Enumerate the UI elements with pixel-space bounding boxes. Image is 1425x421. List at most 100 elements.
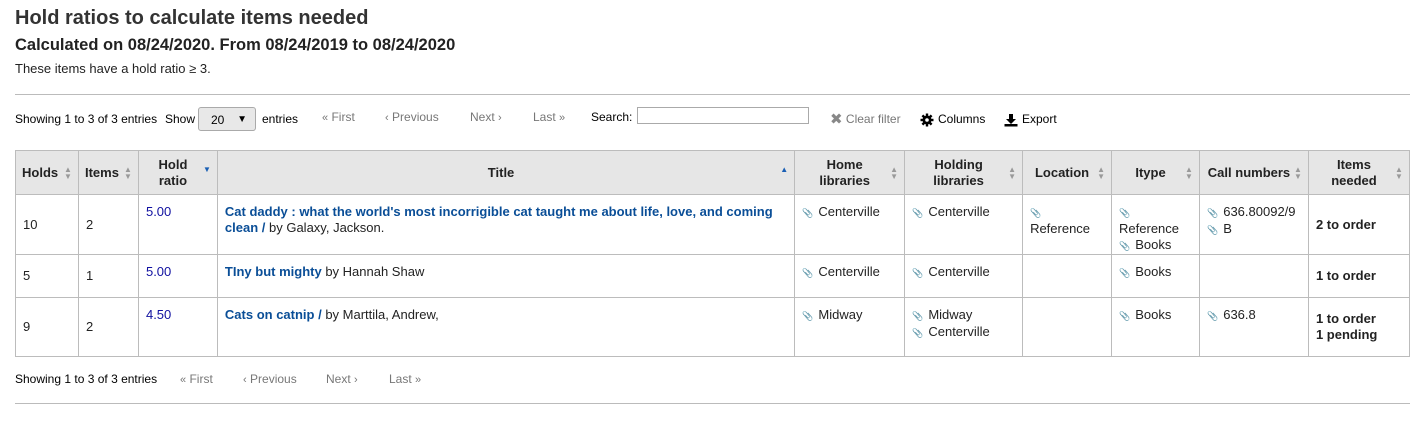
author-text: by Galaxy, Jackson. xyxy=(265,220,385,235)
column-header-home-libraries[interactable]: Home libraries ▲ ▼ xyxy=(794,150,906,195)
export-button[interactable]: Export xyxy=(1004,104,1057,134)
column-header-hold-ratio[interactable]: Hold ratio ▲▼ xyxy=(137,150,218,195)
hold-ratio-cell: 5.00 xyxy=(137,194,218,255)
table-row: 10 2 5.00 Cat daddy : what the world's most… xyxy=(15,194,1411,255)
list-item: 📎Reference xyxy=(1119,208,1180,236)
table-row: 9 2 4.50 Cats on catnip / by Marttila, Andr… xyxy=(15,297,1411,357)
list-item: 📎 Centerville xyxy=(802,264,880,279)
list-item: 📎Reference xyxy=(1030,208,1091,236)
columns-button[interactable]: Columns xyxy=(920,104,985,134)
divider-top xyxy=(15,94,1410,95)
page-title: Hold ratios to calculate items needed xyxy=(15,7,369,29)
list-item: 📎 636.8 xyxy=(1207,307,1256,322)
paperclip-icon: 📎 xyxy=(912,328,924,338)
call-numbers-cell: 📎 636.8 xyxy=(1199,297,1309,357)
search-label: Search: xyxy=(591,110,633,124)
home-libraries-cell: 📎 Centerville xyxy=(794,194,906,255)
entries-label: entries xyxy=(262,112,299,126)
paperclip-icon: 📎 xyxy=(802,268,814,278)
close-icon: ✖ xyxy=(830,110,843,128)
gear-icon xyxy=(920,113,934,127)
holding-libraries-cell: 📎 Midway 📎 Centerville xyxy=(904,297,1024,357)
holding-libraries-cell: 📎 Centerville xyxy=(904,254,1024,298)
location-cell: 📎Reference xyxy=(1022,194,1113,255)
column-header-call-numbers[interactable]: Call numbers ▲ ▼ xyxy=(1199,150,1309,195)
column-header-location[interactable]: Location ▲ ▼ xyxy=(1022,150,1113,195)
column-header-items[interactable]: Items ▲ ▼ xyxy=(77,150,139,195)
paperclip-icon: 📎 xyxy=(1119,241,1131,251)
items-cell: 1 xyxy=(77,254,139,298)
previous-page-button[interactable]: ‹ Previous xyxy=(385,102,439,133)
home-libraries-cell: 📎 Midway xyxy=(794,297,906,357)
search-input[interactable] xyxy=(637,107,809,124)
sort-icon: ▲ ▼ xyxy=(1008,164,1017,181)
divider-bottom xyxy=(15,403,1410,404)
chevron-right-icon: › xyxy=(498,112,502,124)
title-link[interactable]: Cats on catnip / xyxy=(225,307,322,322)
next-page-button-footer[interactable]: Next › xyxy=(326,368,358,391)
itype-cell: 📎 Books xyxy=(1111,297,1200,357)
sort-icon: ▲ ▼ xyxy=(890,164,899,181)
location-cell xyxy=(1022,297,1113,357)
double-chevron-right-icon: » xyxy=(415,374,422,386)
author-text: by Marttila, Andrew, xyxy=(321,307,439,322)
list-item: 📎 Midway xyxy=(912,307,973,322)
hold-ratio-link[interactable]: 4.50 xyxy=(146,307,171,322)
title-link[interactable]: TIny but mighty xyxy=(225,264,322,279)
title-cell: Cat daddy : what the world's most incorr… xyxy=(216,194,796,255)
title-cell: Cats on catnip / by Marttila, Andrew, xyxy=(216,297,796,357)
column-header-title[interactable]: Title ▲▼ xyxy=(216,150,796,195)
column-header-itype[interactable]: Itype ▲ ▼ xyxy=(1111,150,1200,195)
paperclip-icon: 📎 xyxy=(912,208,924,218)
hold-ratio-link[interactable]: 5.00 xyxy=(146,264,171,279)
previous-page-button-footer[interactable]: ‹ Previous xyxy=(243,368,297,391)
paperclip-icon: 📎 xyxy=(1207,311,1219,321)
double-chevron-left-icon: « xyxy=(322,112,329,124)
column-header-items-needed[interactable]: Items needed ▲ ▼ xyxy=(1307,150,1411,195)
hold-ratios-table: Holds ▲▼ Items ▲▼ Hold ratio ▲▼ Title ▲▼ xyxy=(15,150,1411,357)
last-page-button-footer[interactable]: Last » xyxy=(389,368,421,391)
hold-ratio-cell: 4.50 xyxy=(137,297,218,357)
paperclip-icon: 📎 xyxy=(802,208,814,218)
hold-ratio-cell: 5.00 xyxy=(137,254,218,298)
author-text: by Hannah Shaw xyxy=(321,264,425,279)
next-page-button[interactable]: Next › xyxy=(470,102,502,133)
list-item: 📎 Books xyxy=(1119,237,1172,252)
sort-icon: ▲ ▼ xyxy=(1293,164,1302,181)
download-icon xyxy=(1004,113,1018,127)
list-item: 📎 Centerville xyxy=(802,204,880,219)
list-item: 📎 Books xyxy=(1119,264,1172,279)
column-header-holding-libraries[interactable]: Holding libraries ▲ ▼ xyxy=(904,150,1024,195)
sort-icon: ▲ ▼ xyxy=(1185,164,1193,181)
table-body: 10 2 5.00 Cat daddy : what the world's most… xyxy=(15,194,1411,357)
double-chevron-left-icon: « xyxy=(180,374,187,386)
double-chevron-right-icon: » xyxy=(559,112,566,124)
paperclip-icon: 📎 xyxy=(1119,268,1131,278)
sort-descending-icon: ▲▼ xyxy=(202,164,211,174)
itype-cell: 📎 Books xyxy=(1111,254,1200,298)
page-size-select[interactable]: 20 ▼ xyxy=(198,107,256,131)
hold-ratio-link[interactable]: 5.00 xyxy=(146,204,171,219)
paperclip-icon: 📎 xyxy=(1030,208,1042,218)
chevron-left-icon: ‹ xyxy=(243,374,247,386)
sort-ascending-icon: ▲▼ xyxy=(780,164,789,174)
items-cell: 2 xyxy=(77,297,139,357)
first-page-button[interactable]: « First xyxy=(322,102,355,133)
column-header-holds[interactable]: Holds ▲ ▼ xyxy=(15,150,79,195)
paperclip-icon: 📎 xyxy=(1119,208,1131,218)
sort-icon: ▲ ▼ xyxy=(1097,164,1105,181)
table-header-row: Holds ▲▼ Items ▲▼ Hold ratio ▲▼ Title ▲▼ xyxy=(15,150,1411,195)
last-page-button[interactable]: Last » xyxy=(533,102,565,133)
paperclip-icon: 📎 xyxy=(802,311,814,321)
home-libraries-cell: 📎 Centerville xyxy=(794,254,906,298)
first-page-button-footer[interactable]: « First xyxy=(180,368,213,391)
sort-icon: ▲ ▼ xyxy=(63,164,72,181)
items-needed-line: 2 to order xyxy=(1315,216,1376,232)
call-numbers-cell: 📎 636.80092/9 📎 B xyxy=(1199,194,1309,255)
holds-cell: 9 xyxy=(15,297,79,357)
list-item: 📎 Books xyxy=(1119,307,1172,322)
list-item: 📎 Centerville xyxy=(912,324,990,339)
clear-filter-button[interactable]: ✖ Clear filter xyxy=(830,104,901,135)
paperclip-icon: 📎 xyxy=(912,311,924,321)
entries-info: Showing 1 to 3 of 3 entries xyxy=(15,112,158,126)
